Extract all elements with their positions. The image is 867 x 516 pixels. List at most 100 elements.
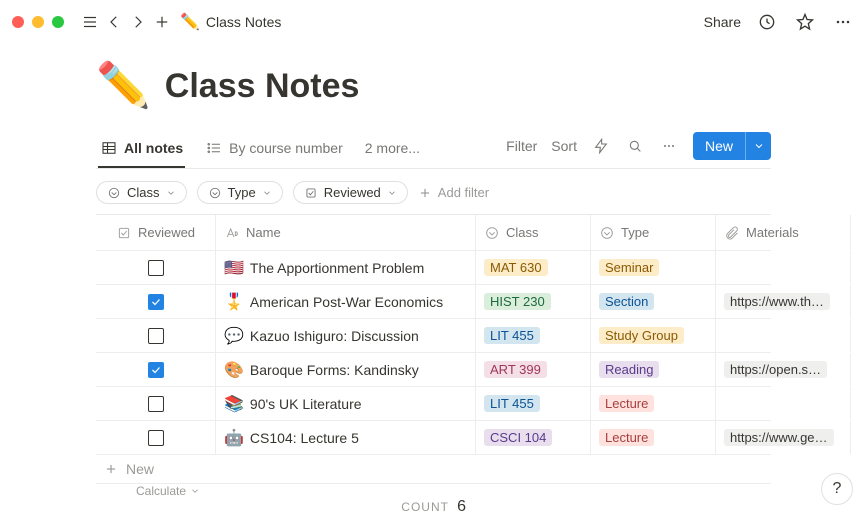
cell-type[interactable]: Lecture <box>591 387 716 420</box>
cell-name[interactable]: 💬Kazuo Ishiguro: Discussion <box>216 319 476 352</box>
new-button-dropdown[interactable] <box>745 132 771 160</box>
table-row[interactable]: 🎨Baroque Forms: KandinskyART 399Readingh… <box>96 353 771 387</box>
filter-pill-class[interactable]: Class <box>96 181 187 204</box>
type-tag: Section <box>599 293 654 310</box>
reviewed-checkbox[interactable] <box>148 260 164 276</box>
cell-reviewed[interactable] <box>96 319 216 352</box>
table-row[interactable]: 🤖CS104: Lecture 5CSCI 104Lecturehttps://… <box>96 421 771 455</box>
count-value: 6 <box>457 498 466 515</box>
cell-materials[interactable] <box>716 387 851 420</box>
cell-reviewed[interactable] <box>96 387 216 420</box>
count-label: COUNT <box>401 500 448 514</box>
cell-reviewed[interactable] <box>96 251 216 284</box>
row-emoji: 📚 <box>224 394 244 414</box>
table-row[interactable]: 💬Kazuo Ishiguro: Discussion LIT 455 Study … <box>96 319 771 353</box>
filter-pill-reviewed[interactable]: Reviewed <box>293 181 408 204</box>
cell-materials[interactable]: https://open.s… <box>716 353 851 386</box>
cell-class[interactable]: CSCI 104 <box>476 421 591 454</box>
col-header-type[interactable]: Type <box>591 215 716 250</box>
cell-class[interactable]: MAT 630 <box>476 251 591 284</box>
calculate-button[interactable]: Calculate <box>96 484 216 498</box>
row-emoji: 💬 <box>224 326 244 346</box>
cell-class[interactable]: HIST 230 <box>476 285 591 318</box>
view-tab-by-course-number[interactable]: By course number <box>203 133 345 167</box>
cell-materials[interactable]: https://www.ge… <box>716 421 851 454</box>
col-header-class[interactable]: Class <box>476 215 591 250</box>
plus-icon <box>418 186 432 200</box>
share-button[interactable]: Share <box>704 14 741 30</box>
cell-type[interactable]: Reading <box>591 353 716 386</box>
new-page-icon[interactable] <box>150 10 174 34</box>
search-icon[interactable] <box>625 136 645 156</box>
cell-name[interactable]: 🤖CS104: Lecture 5 <box>216 421 476 454</box>
automations-icon[interactable] <box>591 136 611 156</box>
add-filter-button[interactable]: Add filter <box>418 185 489 200</box>
cell-reviewed[interactable] <box>96 285 216 318</box>
database-table: Reviewed Name Class Type Materials 🇺🇸The… <box>96 214 771 514</box>
cell-name[interactable]: 🎖️American Post-War Economics <box>216 285 476 318</box>
reviewed-checkbox[interactable] <box>148 294 164 310</box>
filter-pill-type[interactable]: Type <box>197 181 283 204</box>
maximize-window-icon[interactable] <box>52 16 64 28</box>
col-header-reviewed[interactable]: Reviewed <box>96 215 216 250</box>
cell-reviewed[interactable] <box>96 353 216 386</box>
cell-materials[interactable] <box>716 319 851 352</box>
row-emoji: 🎨 <box>224 360 244 380</box>
chevron-down-icon <box>190 486 200 496</box>
col-header-materials[interactable]: Materials <box>716 215 851 250</box>
cell-name[interactable]: 🎨Baroque Forms: Kandinsky <box>216 353 476 386</box>
materials-link[interactable]: https://open.s… <box>724 361 827 378</box>
window-controls[interactable] <box>12 16 64 28</box>
sort-button[interactable]: Sort <box>551 138 577 154</box>
help-button[interactable]: ? <box>821 473 853 505</box>
class-tag: LIT 455 <box>484 327 540 344</box>
table-row[interactable]: 📚90's UK LiteratureLIT 455Lecture <box>96 387 771 421</box>
cell-name[interactable]: 📚90's UK Literature <box>216 387 476 420</box>
add-row-button[interactable]: New <box>96 455 771 484</box>
class-tag: ART 399 <box>484 361 547 378</box>
back-icon[interactable] <box>102 10 126 34</box>
sidebar-toggle-icon[interactable] <box>78 10 102 34</box>
breadcrumb-emoji: ✏️ <box>180 12 200 32</box>
cell-class[interactable]: LIT 455 <box>476 319 591 352</box>
reviewed-checkbox[interactable] <box>148 328 164 344</box>
forward-icon[interactable] <box>126 10 150 34</box>
favorite-icon[interactable] <box>793 10 817 34</box>
reviewed-checkbox[interactable] <box>148 396 164 412</box>
breadcrumb[interactable]: ✏️ Class Notes <box>180 12 281 32</box>
page-title[interactable]: Class Notes <box>165 67 360 106</box>
minimize-window-icon[interactable] <box>32 16 44 28</box>
table-row[interactable]: 🎖️American Post-War EconomicsHIST 230 Sec… <box>96 285 771 319</box>
chevron-down-icon <box>753 140 765 152</box>
cell-name[interactable]: 🇺🇸The Apportionment Problem <box>216 251 476 284</box>
cell-materials[interactable] <box>716 251 851 284</box>
updates-icon[interactable] <box>755 10 779 34</box>
row-emoji: 🇺🇸 <box>224 258 244 278</box>
col-header-name[interactable]: Name <box>216 215 476 250</box>
cell-type[interactable]: Lecture <box>591 421 716 454</box>
cell-type[interactable]: Study Group <box>591 319 716 352</box>
cell-type[interactable]: Section <box>591 285 716 318</box>
page-emoji[interactable]: ✏️ <box>96 64 151 108</box>
cell-materials[interactable]: https://www.th… <box>716 285 851 318</box>
reviewed-checkbox[interactable] <box>148 362 164 378</box>
plus-icon <box>104 462 118 476</box>
table-row[interactable]: 🇺🇸The Apportionment ProblemMAT 630Semina… <box>96 251 771 285</box>
chevron-down-icon <box>262 186 272 200</box>
select-icon <box>107 186 121 200</box>
reviewed-checkbox[interactable] <box>148 430 164 446</box>
cell-class[interactable]: ART 399 <box>476 353 591 386</box>
cell-class[interactable]: LIT 455 <box>476 387 591 420</box>
more-icon[interactable] <box>831 10 855 34</box>
view-tab-all-notes[interactable]: All notes <box>98 133 185 167</box>
cell-type[interactable]: Seminar <box>591 251 716 284</box>
materials-link[interactable]: https://www.th… <box>724 293 830 310</box>
materials-link[interactable]: https://www.ge… <box>724 429 834 446</box>
cell-reviewed[interactable] <box>96 421 216 454</box>
cell-overflow <box>851 285 867 318</box>
more-views-button[interactable]: 2 more... <box>363 134 422 166</box>
close-window-icon[interactable] <box>12 16 24 28</box>
view-options-icon[interactable] <box>659 136 679 156</box>
new-button[interactable]: New <box>693 132 771 160</box>
filter-button[interactable]: Filter <box>506 138 537 154</box>
